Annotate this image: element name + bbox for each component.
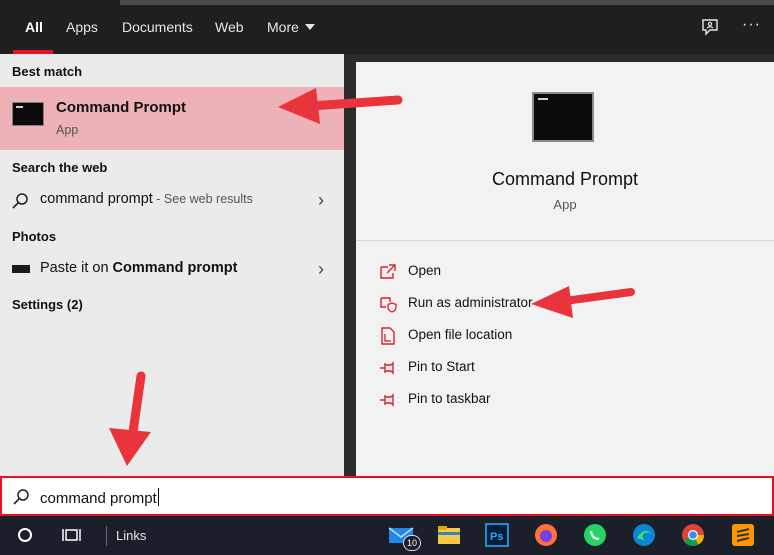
action-open[interactable]: Open xyxy=(378,260,658,284)
web-result-text: command prompt - See web results xyxy=(40,191,253,207)
chevron-right-icon[interactable]: › xyxy=(318,190,324,211)
open-icon xyxy=(380,264,396,279)
search-icon xyxy=(13,489,29,505)
action-open-label: Open xyxy=(408,263,442,278)
edge-icon[interactable] xyxy=(629,520,659,550)
divider xyxy=(356,240,774,241)
tab-more-label: More xyxy=(267,19,299,35)
action-pin-to-taskbar-label: Pin to taskbar xyxy=(408,391,491,406)
search-tabs-bar: All Apps Documents Web More ··· xyxy=(0,0,774,54)
tab-more[interactable]: More xyxy=(267,19,315,35)
action-run-as-administrator[interactable]: Run as administrator xyxy=(378,292,658,316)
web-result-item[interactable]: command prompt - See web results › xyxy=(0,185,344,217)
taskbar-separator xyxy=(106,526,107,546)
action-run-as-administrator-label: Run as administrator xyxy=(408,295,533,310)
action-pin-to-start-label: Pin to Start xyxy=(408,359,475,374)
preview-subtitle: App xyxy=(553,197,577,212)
command-prompt-icon xyxy=(12,102,44,126)
best-match-subtitle: App xyxy=(56,123,79,137)
tab-all[interactable]: All xyxy=(25,19,43,35)
svg-text:Ps: Ps xyxy=(490,531,503,543)
photoshop-icon[interactable]: Ps xyxy=(482,520,512,550)
action-pin-to-taskbar[interactable]: Pin to taskbar xyxy=(378,388,658,412)
start-icon[interactable] xyxy=(10,520,40,550)
photos-result-bold: Command prompt xyxy=(112,260,238,276)
preview-panel: Command Prompt App Open Run as administr… xyxy=(356,62,774,476)
search-web-heading: Search the web xyxy=(12,160,108,175)
search-icon xyxy=(12,193,28,209)
best-match-heading: Best match xyxy=(12,64,83,79)
preview-title: Command Prompt xyxy=(491,169,639,189)
feedback-icon[interactable] xyxy=(700,17,720,37)
pin-icon xyxy=(380,361,394,375)
action-open-file-location[interactable]: Open file location xyxy=(378,324,658,348)
search-box[interactable]: command prompt xyxy=(0,476,774,516)
window-strip xyxy=(120,0,774,5)
search-input-value: command prompt xyxy=(40,490,157,507)
file-location-icon xyxy=(381,327,395,345)
chevron-down-icon xyxy=(304,24,315,30)
taskbar: Links Ps xyxy=(0,516,774,555)
results-panel: Best match Command Prompt App Search the… xyxy=(0,54,344,476)
text-caret xyxy=(157,488,159,506)
action-open-file-location-label: Open file location xyxy=(408,327,513,342)
photos-heading: Photos xyxy=(12,229,57,244)
whatsapp-icon[interactable] xyxy=(580,520,610,550)
photos-result-item[interactable]: Paste it on Command prompt › xyxy=(0,254,344,286)
chrome-icon[interactable] xyxy=(678,520,708,550)
search-input[interactable]: command prompt xyxy=(40,488,159,507)
shield-icon xyxy=(380,297,397,313)
action-pin-to-start[interactable]: Pin to Start xyxy=(378,356,658,380)
settings-heading[interactable]: Settings (2) xyxy=(12,297,83,312)
command-prompt-icon xyxy=(532,92,594,142)
best-match-title: Command Prompt xyxy=(56,99,187,116)
photo-icon xyxy=(12,265,30,273)
links-toolbar[interactable]: Links xyxy=(116,528,146,543)
photos-result-prefix: Paste it on xyxy=(40,260,113,276)
best-match-item[interactable]: Command Prompt App xyxy=(0,87,344,150)
tab-documents[interactable]: Documents xyxy=(122,19,193,35)
web-result-hint: - See web results xyxy=(152,192,253,206)
chevron-right-icon[interactable]: › xyxy=(318,259,324,280)
sublime-icon[interactable] xyxy=(728,520,758,550)
task-view-icon[interactable] xyxy=(57,520,87,550)
tab-apps[interactable]: Apps xyxy=(66,19,98,35)
firefox-icon[interactable] xyxy=(531,520,561,550)
tab-web[interactable]: Web xyxy=(215,19,244,35)
web-result-query: command prompt xyxy=(40,191,153,207)
more-options-icon[interactable]: ··· xyxy=(742,16,761,34)
file-explorer-icon[interactable] xyxy=(434,520,464,550)
mail-badge: 10 xyxy=(403,535,421,551)
photos-result-text: Paste it on Command prompt xyxy=(40,260,237,276)
pin-icon xyxy=(380,393,394,407)
